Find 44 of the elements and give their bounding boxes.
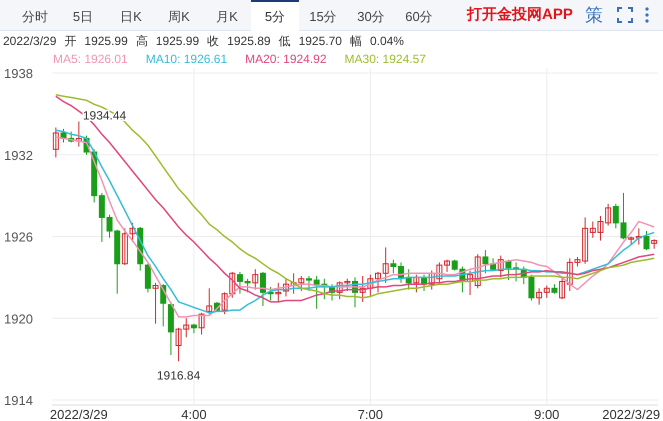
x-axis-label: 4:00 — [181, 407, 207, 419]
ma-legend-item: MA10: 1926.61 — [146, 51, 228, 68]
price-annotation: 1916.84 — [156, 368, 200, 382]
ma-legend-item: MA30: 1924.57 — [344, 51, 426, 68]
period-tab[interactable]: 5日 — [59, 0, 107, 31]
ma-legend-item: MA20: 1924.92 — [245, 51, 327, 68]
period-tab[interactable]: 日K — [107, 0, 155, 31]
quote-label: 收 — [207, 33, 220, 50]
candlestick — [644, 230, 650, 251]
quote-label: 高 — [136, 33, 148, 50]
y-axis-label: 1932 — [4, 148, 33, 163]
fullscreen-icon[interactable] — [616, 7, 633, 23]
period-tab[interactable]: 60分 — [395, 0, 443, 31]
quote-value: 1925.70 — [298, 33, 342, 50]
quote-value: 1925.99 — [156, 33, 200, 50]
quote-value: 0.04% — [370, 33, 404, 50]
candlestick — [352, 276, 358, 308]
quote-label: 低 — [278, 33, 291, 50]
quote-date: 2022/3/29 — [3, 33, 56, 50]
period-tab[interactable]: 5分 — [251, 0, 299, 32]
period-tab[interactable]: 月K — [203, 0, 251, 31]
quote-value: 1925.99 — [84, 33, 128, 50]
y-axis-label: 1926 — [4, 230, 33, 244]
quote-label: 幅 — [350, 33, 362, 50]
x-axis-label: 7:00 — [358, 407, 383, 419]
period-tab[interactable]: 分时 — [11, 0, 59, 31]
y-axis-label: 1914 — [4, 393, 33, 408]
period-tab[interactable]: 周K — [155, 0, 203, 31]
y-axis-label: 1938 — [4, 68, 33, 81]
x-axis-label: 9:00 — [534, 407, 560, 419]
candlestick — [651, 238, 658, 250]
x-axis-label: 2022/3/29 — [50, 407, 108, 419]
ma-legend-item: MA5: 1926.01 — [53, 51, 128, 68]
menu-icon[interactable] — [644, 7, 649, 23]
quote-label: 开 — [64, 33, 76, 50]
period-tab[interactable]: 30分 — [347, 0, 395, 31]
strategy-button[interactable]: 策 — [580, 2, 607, 28]
app-link[interactable]: 打开金投网APP — [467, 4, 573, 26]
quote-value: 1925.89 — [227, 33, 271, 50]
period-tab[interactable]: 15分 — [299, 0, 347, 31]
y-axis-label: 1920 — [4, 311, 33, 326]
candlestick — [60, 128, 66, 143]
x-axis-label: 2022/3/29 — [602, 407, 660, 419]
candlestick — [52, 127, 59, 158]
